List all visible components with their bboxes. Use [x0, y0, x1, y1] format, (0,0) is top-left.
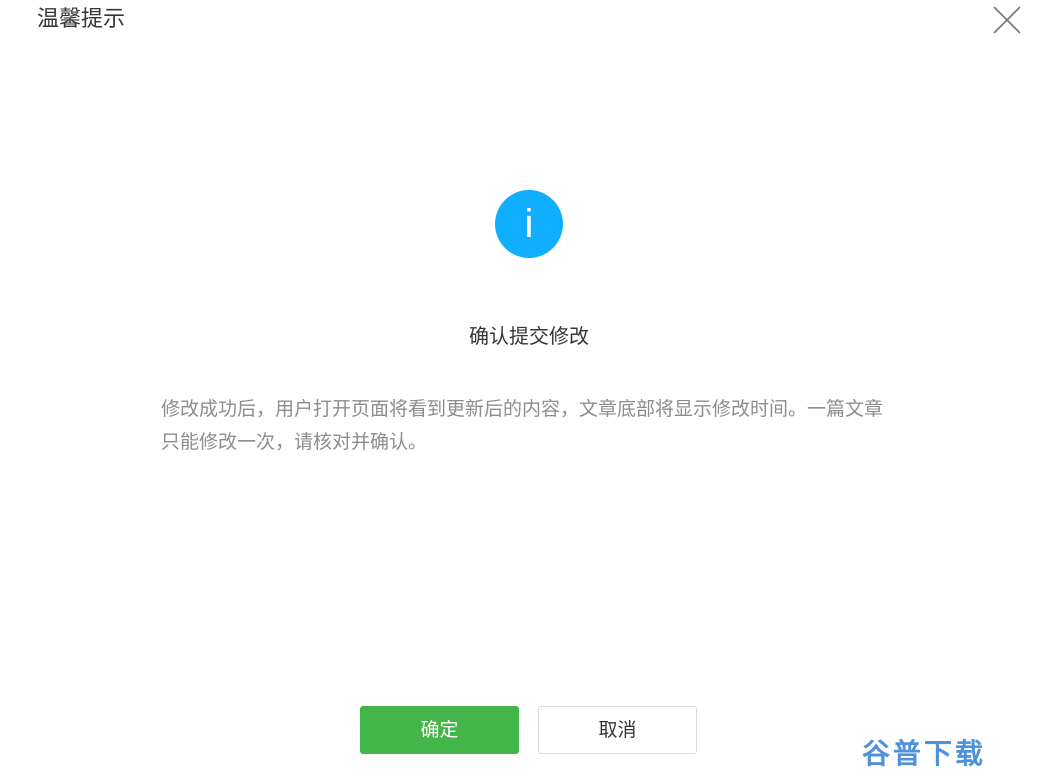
- close-icon: [993, 6, 1021, 34]
- message-text: 修改成功后，用户打开页面将看到更新后的内容，文章底部将显示修改时间。一篇文章只能…: [161, 398, 884, 453]
- dialog-title: 温馨提示: [37, 7, 126, 32]
- confirm-heading: 确认提交修改: [469, 324, 589, 348]
- info-icon: i: [494, 189, 564, 259]
- close-button[interactable]: [990, 3, 1024, 37]
- confirm-dialog: 温馨提示 i 确认提交修改 修改成功后，用户打开页面将看到更新后的内容，文章底部…: [0, 0, 1042, 777]
- watermark-logo: 谷普下载: [862, 737, 987, 770]
- info-icon-glyph: i: [525, 202, 534, 246]
- cancel-button[interactable]: 取消: [538, 706, 697, 754]
- ok-button[interactable]: 确定: [360, 706, 519, 754]
